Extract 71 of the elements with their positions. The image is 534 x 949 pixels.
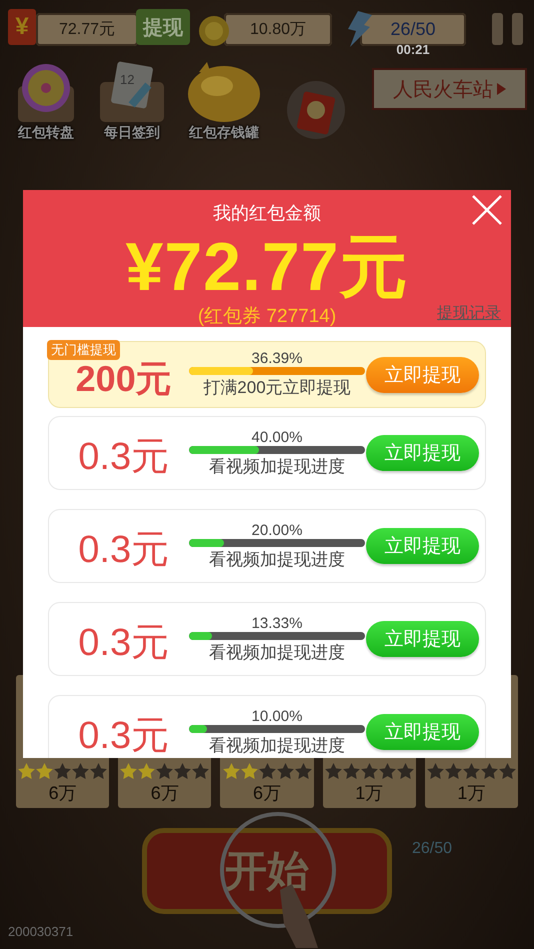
build-number: 200030371 — [8, 924, 74, 939]
reward-amount: 6万 — [150, 782, 179, 805]
coin-icon — [198, 15, 230, 47]
withdraw-now-button[interactable]: 立即提现 — [366, 435, 479, 471]
energy-cost: 26/50 — [412, 840, 452, 858]
star-icon — [138, 763, 156, 779]
star-icon — [258, 763, 276, 779]
star-icon — [324, 763, 342, 779]
progress-caption: 看视频加提现进度 — [208, 548, 345, 570]
option-amount: 0.3元 — [77, 620, 170, 666]
progress-percent: 13.33% — [252, 614, 302, 632]
withdraw-button[interactable]: 提现 — [136, 9, 190, 45]
progress-percent: 20.00% — [252, 522, 302, 538]
shortcut-button[interactable]: 红包存钱罐 — [176, 58, 272, 142]
shortcut-button[interactable]: 12 每日签到 — [90, 58, 174, 142]
star-icon — [222, 763, 240, 779]
progress-percent: 10.00% — [252, 708, 302, 724]
balance-amount: ¥72.77元 — [126, 233, 408, 301]
star-icon — [192, 763, 210, 779]
progress-caption: 看视频加提现进度 — [208, 642, 345, 664]
star-icon — [360, 763, 378, 779]
star-icon — [294, 763, 312, 779]
star-icon — [396, 763, 414, 779]
star-icon — [18, 763, 36, 779]
star-icon — [90, 763, 108, 779]
star-icon — [444, 763, 462, 779]
progress-percent: 36.39% — [252, 350, 302, 367]
envelope-icon — [286, 80, 346, 142]
star-icon — [426, 763, 444, 779]
progress-caption: 打满200元立即提现 — [203, 377, 351, 399]
pause-button[interactable] — [490, 11, 526, 47]
star-icon — [276, 763, 294, 779]
star-icon — [120, 763, 138, 779]
withdraw-now-button[interactable]: 立即提现 — [366, 528, 479, 564]
reward-amount: 6万 — [48, 782, 77, 805]
yuan-icon: ¥ — [8, 9, 36, 45]
progress-percent: 40.00% — [252, 428, 302, 446]
coin-balance: 10.80万 — [224, 13, 332, 46]
option-amount: 0.3元 — [77, 434, 170, 480]
star-icon — [54, 763, 72, 779]
star-icon — [174, 763, 192, 779]
start-button[interactable]: 开始 — [142, 828, 392, 914]
withdraw-now-button[interactable]: 立即提现 — [366, 714, 479, 750]
star-icon — [498, 763, 516, 779]
dialog-title: 我的红包金额 — [213, 202, 321, 225]
star-icon — [240, 763, 258, 779]
withdraw-now-button[interactable]: 立即提现 — [366, 621, 479, 657]
progress-caption: 看视频加提现进度 — [208, 734, 345, 756]
tag-label: 无门槛提现 — [47, 340, 120, 360]
reward-amount: 1万 — [355, 782, 384, 805]
reward-amount: 6万 — [253, 782, 282, 805]
star-icon — [156, 763, 174, 779]
energy-counter: 26/50 — [360, 13, 466, 46]
withdraw-history-link[interactable]: 提现记录 — [437, 303, 501, 324]
reward-amount: 1万 — [457, 782, 486, 805]
star-icon — [72, 763, 90, 779]
star-icon — [36, 763, 54, 779]
shortcut-button[interactable]: 红包转盘 — [4, 58, 88, 142]
star-icon — [480, 763, 498, 779]
star-icon — [342, 763, 360, 779]
option-amount: 0.3元 — [77, 714, 170, 758]
option-amount: 200元 — [74, 357, 173, 401]
voucher-count: (红包券 727714) — [198, 305, 336, 329]
progress-caption: 看视频加提现进度 — [208, 456, 345, 478]
location-button[interactable]: 人民火车站 — [372, 68, 527, 110]
star-icon — [462, 763, 480, 779]
cash-balance: 72.77元 — [36, 13, 138, 46]
option-amount: 0.3元 — [77, 528, 170, 572]
withdraw-now-button[interactable]: 立即提现 — [366, 356, 479, 392]
caret-icon — [497, 83, 506, 95]
star-icon — [378, 763, 396, 779]
